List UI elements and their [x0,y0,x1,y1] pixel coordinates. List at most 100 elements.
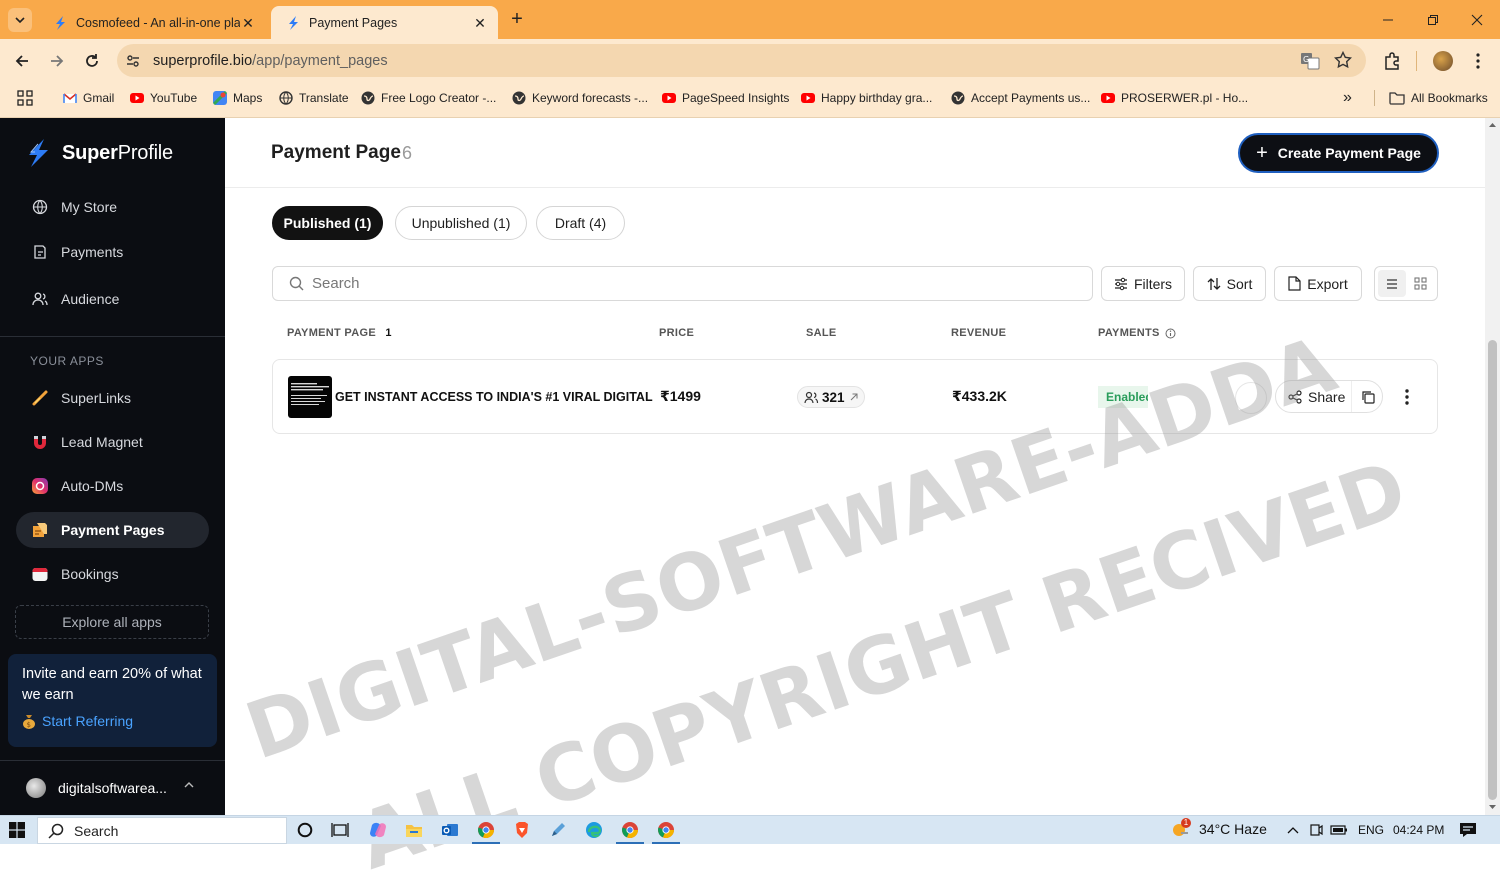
pen-icon [552,823,565,836]
new-tab-button[interactable]: + [506,9,528,31]
brand-bold: Super [62,141,118,164]
toolbar-divider [1416,51,1417,71]
sale-count-chip[interactable]: 321 [797,386,865,408]
task-view-button[interactable] [330,820,350,840]
all-bookmarks-button[interactable]: All Bookmarks [1389,84,1488,112]
sidebar-item-audience[interactable]: Audience [16,281,209,317]
back-button[interactable] [10,49,34,73]
table-row[interactable]: GET INSTANT ACCESS TO INDIA'S #1 VIRAL D… [272,359,1438,434]
taskbar-search[interactable]: Search [37,817,287,844]
close-icon[interactable]: ✕ [240,15,256,31]
scroll-up-arrow-icon[interactable] [1488,122,1497,128]
bookmark-keyword-forecasts[interactable]: Keyword forecasts -... [512,84,648,112]
windows-start-button[interactable] [7,820,27,840]
tab-published[interactable]: Published (1) [272,206,383,240]
minimize-button[interactable] [1365,0,1411,39]
brave-app[interactable] [512,820,532,840]
outlook-app[interactable] [440,820,460,840]
toggle-button[interactable] [1235,382,1267,414]
close-window-button[interactable] [1454,0,1500,39]
column-label: PAYMENT PAGE [287,327,376,339]
explore-all-apps-button[interactable]: Explore all apps [15,605,209,639]
tab-draft[interactable]: Draft (4) [536,206,625,240]
forward-button[interactable] [45,49,69,73]
bookmark-gmail[interactable]: Gmail [63,84,114,112]
bookmarks-overflow-button[interactable]: » [1343,84,1352,112]
cortana-button[interactable] [295,820,315,840]
url-text[interactable]: superprofile.bio/app/payment_pages [153,53,388,69]
restore-icon [1428,14,1438,25]
sidebar-item-lead-magnet[interactable]: Lead Magnet [16,424,209,460]
sidebar-item-payment-pages[interactable]: Payment Pages [16,512,209,548]
restore-button[interactable] [1410,0,1456,39]
clock[interactable]: 04:24 PM [1393,823,1444,837]
close-icon[interactable]: ✕ [472,15,488,31]
sidebar-item-auto-dms[interactable]: Auto-DMs [16,468,209,504]
filters-button[interactable]: Filters [1101,266,1185,301]
export-file-icon [1288,276,1301,291]
sidebar-item-superlinks[interactable]: SuperLinks [16,380,209,416]
payment-page-title[interactable]: GET INSTANT ACCESS TO INDIA'S #1 VIRAL D… [335,390,653,404]
translate-icon[interactable]: G [1300,51,1320,71]
language-indicator[interactable]: ENG [1358,823,1384,837]
weather-widget-icon[interactable]: 1 [1170,818,1191,838]
start-referring-link[interactable]: $ Start Referring [22,713,203,729]
bookmark-free-logo-creator[interactable]: Free Logo Creator -... [361,84,496,112]
scrollbar-thumb[interactable] [1488,340,1497,800]
bookmark-proserwer[interactable]: PROSERWER.pl - Ho... [1101,84,1248,112]
sidebar-item-bookings[interactable]: Bookings [16,556,209,592]
chrome-app-profile-2[interactable] [616,820,644,844]
tab-unpublished[interactable]: Unpublished (1) [395,206,527,240]
bookmark-translate[interactable]: Translate [279,84,349,112]
scroll-down-arrow-icon[interactable] [1488,804,1497,810]
user-account-menu[interactable]: digitalsoftwarea... [0,760,225,815]
copilot-app[interactable] [368,820,388,840]
superprofile-logo[interactable]: SuperProfile [24,138,173,168]
apps-grid-button[interactable] [17,84,33,112]
browser-menu-button[interactable] [1466,49,1490,73]
battery-icon[interactable] [1329,820,1349,840]
extensions-button[interactable] [1380,49,1404,73]
reload-button[interactable] [80,49,104,73]
copilot-icon [370,822,386,838]
notification-center-button[interactable] [1458,820,1478,840]
column-header-payment-page[interactable]: PAYMENT PAGE 1 [287,327,392,339]
search-input[interactable] [312,275,1012,292]
site-info-icon[interactable] [121,49,145,73]
browser-tab-bar: Cosmofeed - An all-in-one platf ✕ Paymen… [0,0,1500,39]
sidebar-item-payments[interactable]: Payments [16,234,209,270]
pen-app[interactable] [548,820,568,840]
meet-now-icon[interactable] [1306,820,1326,840]
create-payment-page-button[interactable]: + Create Payment Page [1238,133,1439,173]
bookmark-accept-payments[interactable]: Accept Payments us... [951,84,1090,112]
info-icon[interactable] [1165,328,1176,339]
bookmark-pagespeed[interactable]: PageSpeed Insights [662,84,789,112]
browser-tab-cosmofeed[interactable]: Cosmofeed - An all-in-one platf ✕ [38,6,266,39]
page-scrollbar[interactable] [1485,118,1500,815]
bookmark-happy-birthday[interactable]: Happy birthday gra... [801,84,932,112]
avatar [26,778,46,798]
receipt-icon [31,243,49,261]
grid-view-button[interactable] [1406,270,1434,297]
brand-name: SuperProfile [62,142,173,165]
chrome-app-profile-3[interactable] [652,820,680,844]
bookmark-maps[interactable]: Maps [213,84,262,112]
copy-link-button[interactable] [1351,381,1383,412]
chrome-app[interactable] [472,820,500,844]
bookmark-star-icon[interactable] [1334,51,1352,69]
export-button[interactable]: Export [1274,266,1362,301]
edge-app[interactable] [584,820,604,840]
tab-search-button[interactable] [8,8,32,32]
kebab-menu-icon [1405,389,1409,405]
tray-overflow-button[interactable] [1283,820,1303,840]
list-view-button[interactable] [1378,270,1406,297]
file-explorer-app[interactable] [404,820,424,840]
address-bar[interactable]: superprofile.bio/app/payment_pages G [117,44,1366,77]
sort-button[interactable]: Sort [1193,266,1266,301]
browser-tab-payment-pages[interactable]: Payment Pages ✕ [271,6,498,39]
row-more-button[interactable] [1395,384,1419,410]
sidebar-item-my-store[interactable]: My Store [16,189,209,225]
weather-text[interactable]: 34°C Haze [1199,821,1267,837]
profile-avatar[interactable] [1431,49,1455,73]
bookmark-youtube[interactable]: YouTube [130,84,197,112]
